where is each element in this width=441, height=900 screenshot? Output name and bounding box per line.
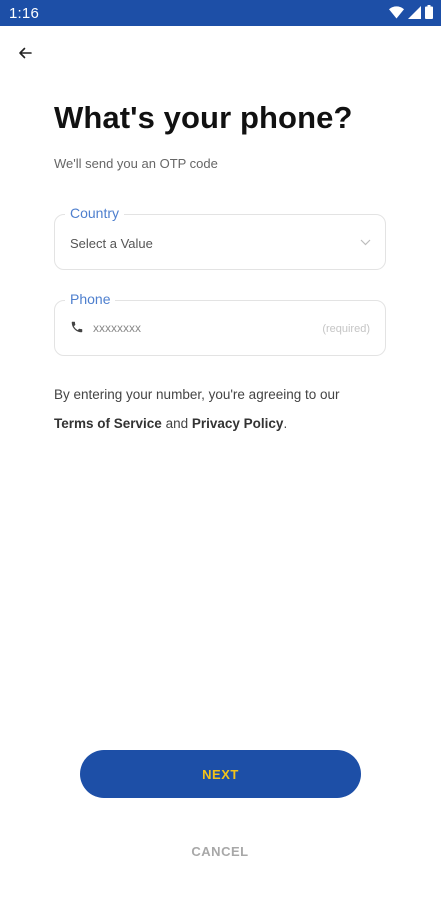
terms-prefix: By entering your number, you're agreeing… xyxy=(54,387,340,402)
phone-label: Phone xyxy=(65,291,116,307)
privacy-policy-link[interactable]: Privacy Policy xyxy=(192,416,284,431)
arrow-left-icon xyxy=(19,47,32,59)
back-button[interactable] xyxy=(14,42,36,64)
phone-icon xyxy=(71,321,83,333)
cancel-button[interactable]: CANCEL xyxy=(170,840,270,862)
chevron-down-icon xyxy=(360,239,371,246)
phone-field[interactable]: Phone (required) xyxy=(54,291,386,356)
terms-of-service-link[interactable]: Terms of Service xyxy=(54,416,162,431)
page-title: What's your phone? xyxy=(54,100,353,135)
status-bar: 1:16 xyxy=(0,0,441,26)
next-button[interactable]: NEXT xyxy=(80,750,361,798)
battery-icon xyxy=(425,5,433,19)
country-label: Country xyxy=(65,205,125,221)
phone-input[interactable] xyxy=(93,317,293,339)
status-time: 1:16 xyxy=(9,5,39,22)
terms-text: By entering your number, you're agreeing… xyxy=(54,380,394,438)
wifi-icon xyxy=(389,5,404,18)
terms-and: and xyxy=(165,416,189,431)
country-value: Select a Value xyxy=(70,236,153,251)
country-select[interactable]: Country Select a Value xyxy=(54,205,386,270)
status-icons xyxy=(389,5,433,19)
signal-icon xyxy=(408,5,421,19)
page-subtitle: We'll send you an OTP code xyxy=(54,156,218,171)
required-hint: (required) xyxy=(322,323,370,335)
terms-suffix: . xyxy=(283,416,288,431)
